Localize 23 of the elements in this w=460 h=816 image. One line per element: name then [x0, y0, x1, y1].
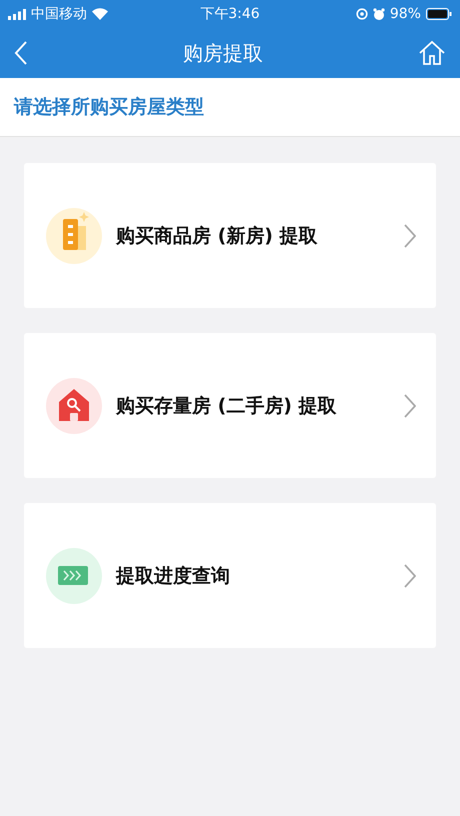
home-icon[interactable]: [418, 40, 446, 66]
chevron-icon: [404, 564, 416, 588]
menu-label: 购买存量房 (二手房) 提取: [116, 394, 338, 418]
battery-percent: 98%: [390, 6, 421, 22]
menu-card[interactable]: 提取进度查询: [24, 503, 436, 648]
menu-card[interactable]: 购买商品房 (新房) 提取: [24, 163, 436, 308]
carrier-name: 中国移动: [31, 5, 87, 23]
menu-label: 购买商品房 (新房) 提取: [116, 224, 319, 248]
section-heading: 请选择所购买房屋类型: [14, 95, 204, 120]
signal-icon: [8, 8, 26, 20]
chevron-icon: [404, 224, 416, 248]
building-icon: [44, 206, 104, 266]
forward-arrows-icon: [44, 546, 104, 606]
house-key-icon: [44, 376, 104, 436]
status-time: 下午3:46: [200, 5, 260, 23]
menu-label: 提取进度查询: [116, 564, 231, 588]
menu-card[interactable]: 购买存量房 (二手房) 提取: [24, 333, 436, 478]
back-icon[interactable]: [14, 40, 28, 66]
rotation-lock-icon: [356, 8, 368, 20]
battery-icon: [426, 8, 452, 20]
chevron-icon: [404, 394, 416, 418]
wifi-icon: [92, 8, 108, 20]
page-title: 购房提取: [183, 40, 263, 66]
